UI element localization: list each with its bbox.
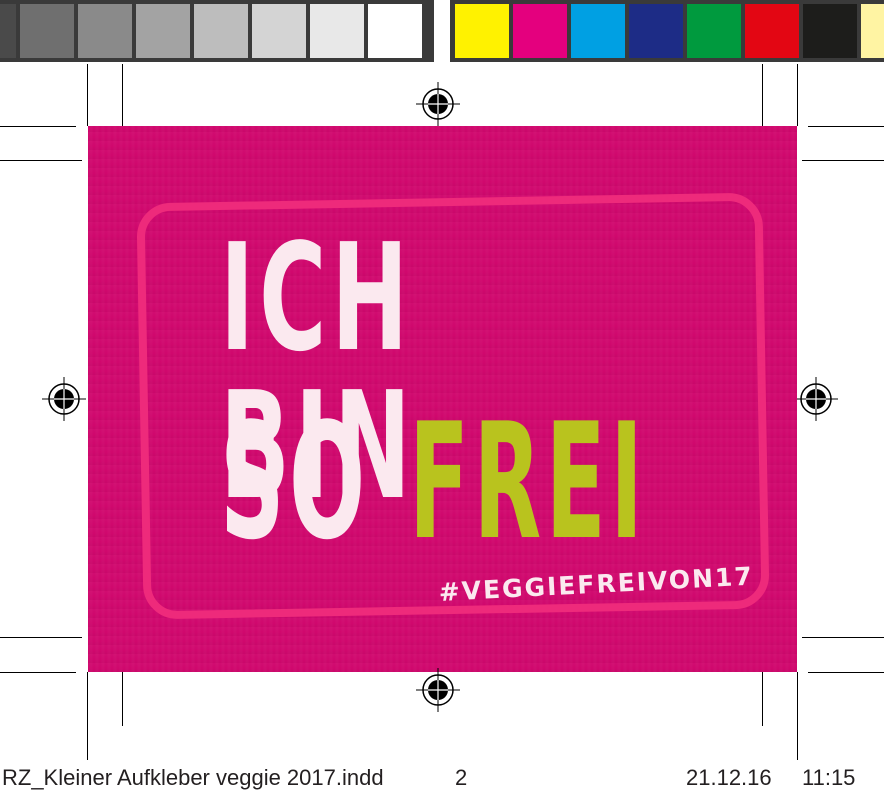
gray-swatch	[310, 4, 364, 58]
color-swatch	[571, 4, 625, 58]
crop-mark	[0, 672, 76, 673]
crop-mark	[808, 672, 884, 673]
crop-mark	[0, 126, 76, 127]
gray-swatch	[194, 4, 248, 58]
registration-mark-right	[794, 377, 838, 421]
crop-mark	[797, 672, 798, 760]
color-swatch	[455, 4, 509, 58]
crop-mark	[797, 64, 798, 126]
gray-swatch	[252, 4, 306, 58]
gray-swatch	[0, 4, 16, 58]
color-swatch	[745, 4, 799, 58]
gray-swatch	[368, 4, 422, 58]
crop-mark	[0, 637, 82, 638]
slug-time: 11:15	[802, 765, 856, 790]
gray-swatch	[136, 4, 190, 58]
registration-mark-left	[42, 377, 86, 421]
crop-mark	[0, 160, 82, 161]
color-swatch	[513, 4, 567, 58]
gray-swatch	[78, 4, 132, 58]
slug-page-number: 2	[455, 765, 468, 790]
slug-filename: RZ_Kleiner Aufkleber veggie 2017.indd	[2, 765, 384, 790]
sticker-artwork: ICH BIN SO FREI #VEGGIEFREIVON17	[88, 126, 797, 672]
color-swatch	[861, 4, 884, 58]
registration-mark-bottom	[416, 668, 460, 712]
crop-mark	[802, 160, 884, 161]
crop-mark	[762, 64, 763, 132]
headline-word-frei: FREI	[409, 388, 648, 575]
registration-mark-top	[416, 82, 460, 126]
crop-mark	[808, 126, 884, 127]
crop-mark	[87, 672, 88, 760]
color-swatch	[629, 4, 683, 58]
headline-word-so: SO	[220, 388, 370, 575]
color-swatch	[803, 4, 857, 58]
slug-date: 21.12.16	[686, 765, 772, 790]
crop-mark	[122, 666, 123, 726]
color-swatch	[687, 4, 741, 58]
crop-mark	[87, 64, 88, 126]
gray-swatch	[20, 4, 74, 58]
crop-mark	[802, 637, 884, 638]
crop-mark	[762, 666, 763, 726]
crop-mark	[122, 64, 123, 132]
